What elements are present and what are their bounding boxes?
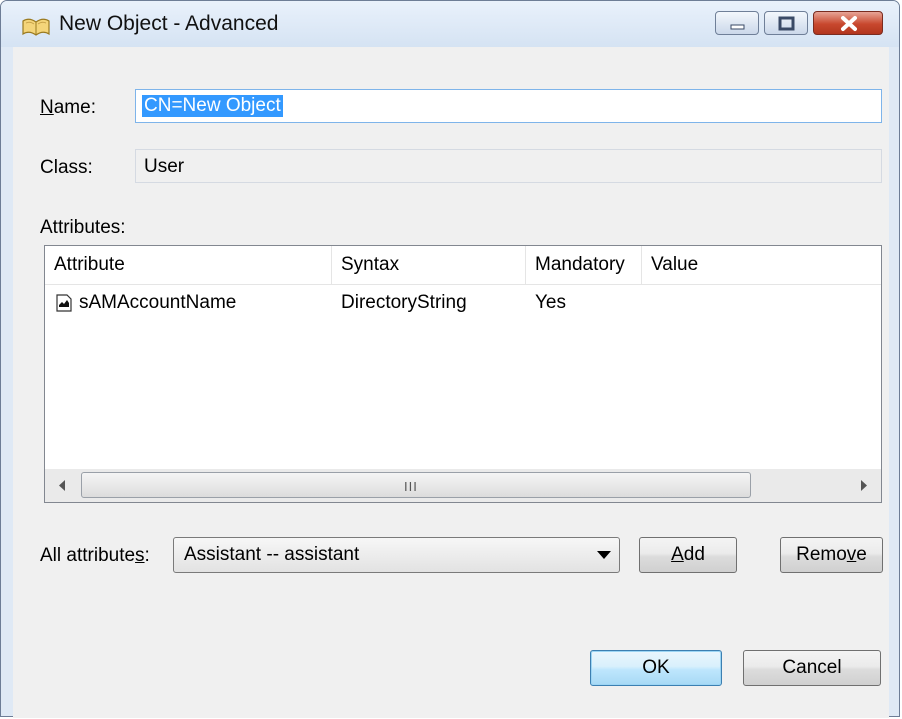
close-button[interactable]: [813, 11, 883, 35]
attributes-list[interactable]: Attribute Syntax Mandatory Value sAMAcco…: [44, 245, 882, 503]
attributes-label: Attributes:: [40, 217, 126, 238]
scrollbar-grip: III: [404, 479, 418, 494]
maximize-button[interactable]: [764, 11, 808, 35]
all-attributes-label: All attributes:: [40, 545, 150, 566]
all-attributes-dropdown[interactable]: Assistant -- assistant: [173, 537, 620, 573]
class-field: User: [135, 149, 882, 183]
class-value: User: [144, 156, 185, 177]
maximize-icon: [778, 16, 795, 31]
attributes-list-header: Attribute Syntax Mandatory Value: [45, 246, 881, 285]
window-title: New Object - Advanced: [59, 12, 279, 35]
all-attributes-selected: Assistant -- assistant: [184, 544, 360, 565]
close-icon: [841, 16, 857, 31]
cancel-button[interactable]: Cancel: [743, 650, 881, 686]
name-field-selected-text: CN=New Object: [142, 95, 283, 117]
class-label: Class:: [40, 157, 93, 178]
column-header-value[interactable]: Value: [642, 246, 881, 284]
minimize-icon: [730, 24, 745, 30]
horizontal-scrollbar[interactable]: III: [45, 469, 881, 502]
scroll-left-icon[interactable]: [45, 469, 81, 502]
attribute-icon: [56, 294, 72, 312]
cell-mandatory: Yes: [535, 292, 566, 313]
ok-button[interactable]: OK: [590, 650, 722, 686]
column-header-attribute[interactable]: Attribute: [45, 246, 332, 284]
chevron-down-icon: [597, 551, 611, 559]
scrollbar-thumb[interactable]: III: [81, 472, 751, 498]
table-row[interactable]: sAMAccountName DirectoryString Yes: [45, 286, 881, 320]
minimize-button[interactable]: [715, 11, 759, 35]
dialog-body: Name: CN=New Object Class: User Attribut…: [13, 47, 889, 718]
scroll-right-icon[interactable]: [845, 469, 881, 502]
cell-syntax: DirectoryString: [341, 292, 467, 313]
dialog-window: New Object - Advanced Name: CN=New Objec…: [0, 0, 900, 718]
title-bar[interactable]: New Object - Advanced: [1, 1, 899, 47]
cell-attribute: sAMAccountName: [79, 292, 237, 313]
address-book-icon: [22, 18, 50, 36]
remove-button[interactable]: Remove: [780, 537, 883, 573]
name-label: Name:: [40, 97, 96, 118]
column-header-syntax[interactable]: Syntax: [332, 246, 526, 284]
name-field[interactable]: CN=New Object: [135, 89, 882, 123]
column-header-mandatory[interactable]: Mandatory: [526, 246, 642, 284]
add-button[interactable]: Add: [639, 537, 737, 573]
